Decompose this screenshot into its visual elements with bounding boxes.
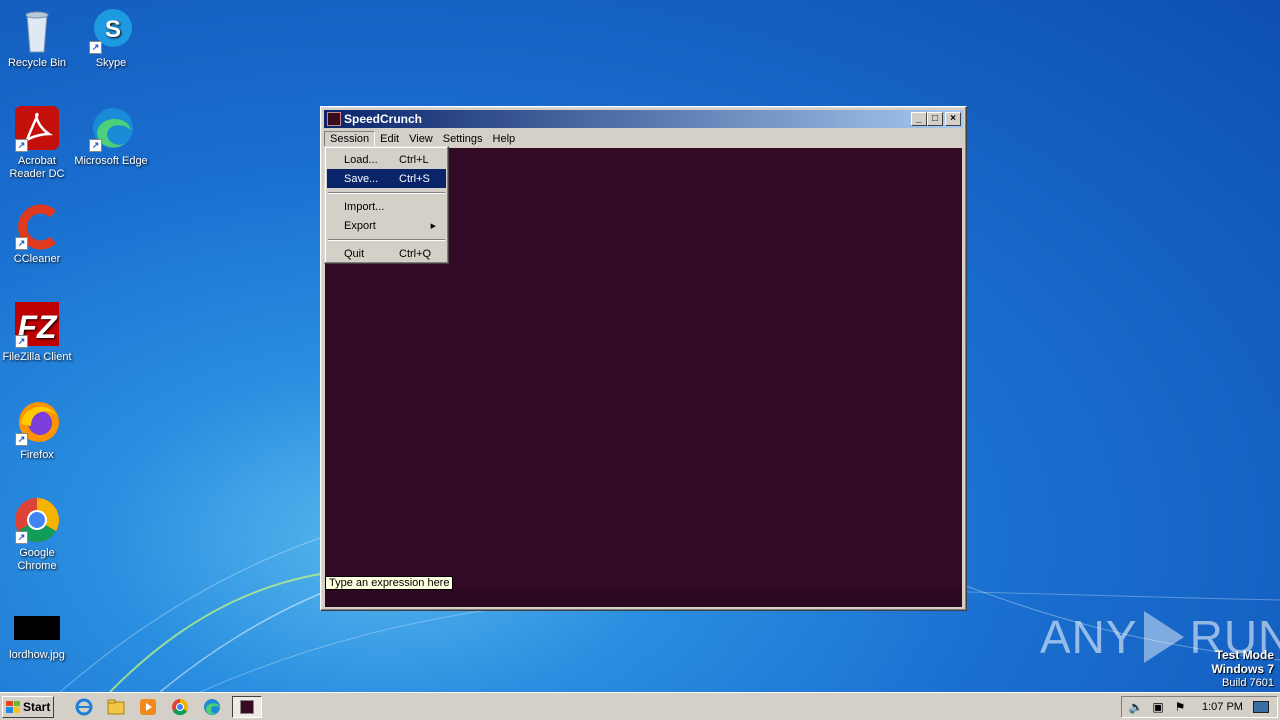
recycle-bin-icon — [13, 6, 61, 54]
menu-view[interactable]: View — [404, 131, 438, 147]
action-center-flag-icon[interactable]: ⚑ — [1172, 699, 1188, 715]
quick-launch — [68, 695, 262, 718]
chrome-taskbar-icon[interactable] — [169, 696, 191, 718]
window-controls: _ □ × — [911, 112, 961, 126]
menu-item-save[interactable]: Save... Ctrl+S — [327, 169, 446, 188]
windows-logo-icon — [6, 700, 20, 713]
play-icon — [1143, 611, 1184, 663]
speedcrunch-taskbar-icon — [240, 699, 254, 714]
edge-taskbar-icon[interactable] — [201, 696, 223, 718]
media-player-icon[interactable] — [137, 696, 159, 718]
test-mode-notice: Test Mode Windows 7 Build 7601 — [1211, 648, 1274, 689]
desktop-icon-skype[interactable]: S ↗ Skype — [74, 6, 148, 70]
close-button[interactable]: × — [945, 112, 961, 126]
shortcut-arrow-icon: ↗ — [15, 237, 28, 250]
internet-explorer-icon[interactable] — [73, 696, 95, 718]
shortcut-arrow-icon: ↗ — [89, 41, 102, 54]
desktop-icon-label: Google Chrome — [17, 547, 57, 572]
title-bar[interactable]: SpeedCrunch _ □ × — [324, 110, 963, 128]
desktop-icon-label: CCleaner — [13, 253, 61, 265]
desktop-icon-recycle-bin[interactable]: Recycle Bin — [0, 6, 74, 70]
shortcut-arrow-icon: ↗ — [15, 531, 28, 544]
expression-input[interactable] — [325, 590, 962, 607]
menu-session[interactable]: Session — [324, 130, 376, 147]
desktop-icon-acrobat[interactable]: ↗ Acrobat Reader DC — [0, 104, 74, 181]
menu-item-load[interactable]: Load... Ctrl+L — [327, 150, 446, 169]
acrobat-icon: ↗ — [13, 104, 61, 152]
menu-separator — [327, 188, 446, 197]
desktop-icon-label: Acrobat Reader DC — [9, 155, 65, 180]
speedcrunch-app-icon — [327, 112, 341, 126]
speedcrunch-taskbar-button[interactable] — [232, 695, 262, 718]
minimize-button[interactable]: _ — [911, 112, 927, 126]
taskbar: Start 🔈 ▣ ⚑ 1:07 PM — [0, 692, 1280, 720]
desktop-icon-ccleaner[interactable]: ↗ CCleaner — [0, 202, 74, 266]
shortcut-arrow-icon: ↗ — [15, 335, 28, 348]
volume-icon[interactable]: 🔈 — [1128, 699, 1144, 715]
submenu-arrow-icon: ▶ — [430, 222, 436, 230]
menu-help[interactable]: Help — [488, 131, 521, 147]
ccleaner-icon: ↗ — [13, 202, 61, 250]
desktop-icon-label: FileZilla Client — [2, 351, 72, 363]
desktop-icon-chrome[interactable]: ↗ Google Chrome — [0, 496, 74, 573]
desktop-icon-lordhow[interactable]: lordhow.jpg — [0, 608, 74, 662]
maximize-button[interactable]: □ — [927, 112, 943, 126]
edge-icon: ↗ — [87, 104, 135, 152]
desktop-icon-firefox[interactable]: ↗ Firefox — [0, 398, 74, 462]
svg-text:S: S — [105, 16, 121, 43]
desktop-icon-label: Skype — [95, 57, 127, 69]
start-button[interactable]: Start — [2, 695, 54, 718]
desktop-icon-label: lordhow.jpg — [9, 649, 65, 661]
menu-settings[interactable]: Settings — [438, 131, 488, 147]
desktop-icon-label: Firefox — [20, 449, 54, 461]
desktop-icon-filezilla[interactable]: FZ ↗ FileZilla Client — [0, 300, 74, 364]
shortcut-arrow-icon: ↗ — [15, 139, 28, 152]
menu-item-import[interactable]: Import... — [327, 197, 446, 216]
window-title: SpeedCrunch — [344, 112, 423, 126]
network-icon[interactable]: ▣ — [1150, 699, 1166, 715]
show-desktop-icon[interactable] — [1252, 701, 1269, 713]
system-tray: 🔈 ▣ ⚑ 1:07 PM — [1121, 696, 1278, 718]
chrome-icon: ↗ — [13, 496, 61, 544]
menu-item-export[interactable]: Export ▶ — [327, 216, 446, 235]
file-explorer-icon[interactable] — [105, 696, 127, 718]
shortcut-arrow-icon: ↗ — [15, 433, 28, 446]
desktop-icon-edge[interactable]: ↗ Microsoft Edge — [74, 104, 148, 168]
menu-edit[interactable]: Edit — [375, 131, 404, 147]
menu-item-quit[interactable]: Quit Ctrl+Q — [327, 244, 446, 263]
menu-separator — [327, 235, 446, 244]
desktop-icon-label: Recycle Bin — [7, 57, 67, 69]
image-file-icon — [13, 608, 61, 646]
firefox-icon: ↗ — [13, 398, 61, 446]
skype-icon: S ↗ — [87, 6, 135, 54]
shortcut-arrow-icon: ↗ — [89, 139, 102, 152]
filezilla-icon: FZ ↗ — [13, 300, 61, 348]
expression-tooltip: Type an expression here — [325, 576, 454, 590]
clock[interactable]: 1:07 PM — [1202, 701, 1243, 713]
session-menu-dropdown: Load... Ctrl+L Save... Ctrl+S Import... … — [324, 146, 449, 264]
desktop-icon-label: Microsoft Edge — [74, 155, 148, 167]
